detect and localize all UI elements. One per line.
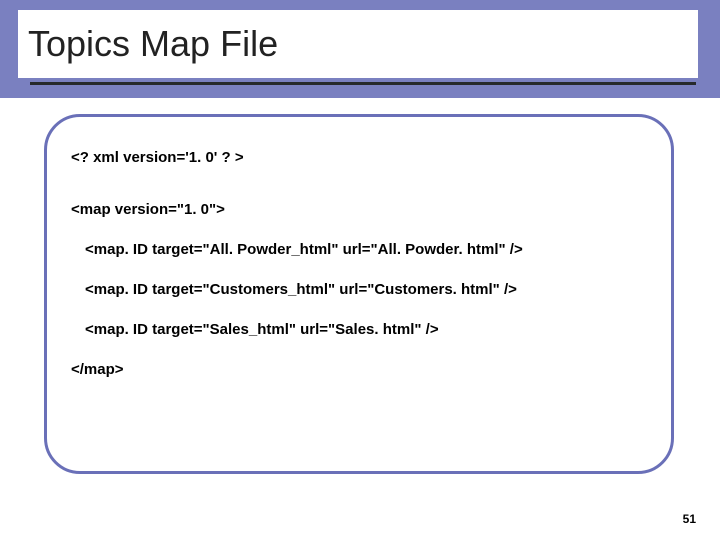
page-number: 51: [683, 512, 696, 526]
page-title: Topics Map File: [28, 23, 278, 65]
code-line-xml-decl: <? xml version='1. 0' ? >: [71, 149, 647, 167]
code-line-mapid-3: <map. ID target="Sales_html" url="Sales.…: [71, 321, 647, 339]
title-box: Topics Map File: [18, 10, 698, 78]
content-frame: <? xml version='1. 0' ? > <map version="…: [44, 114, 674, 474]
code-line-map-close: </map>: [71, 361, 647, 379]
code-line-mapid-1: <map. ID target="All. Powder_html" url="…: [71, 241, 647, 259]
code-line-map-open: <map version="1. 0">: [71, 201, 647, 219]
title-underline: [30, 82, 696, 85]
code-line-mapid-2: <map. ID target="Customers_html" url="Cu…: [71, 281, 647, 299]
slide: Topics Map File <? xml version='1. 0' ? …: [0, 0, 720, 540]
